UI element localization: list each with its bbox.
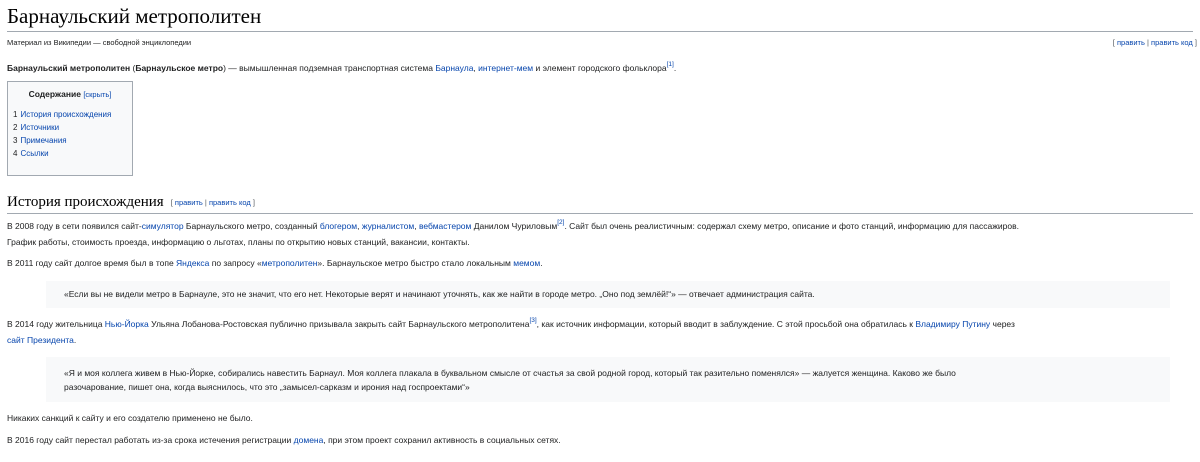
link-yandex[interactable]: Яндекса — [176, 258, 209, 268]
link-domain[interactable]: домена — [294, 435, 324, 445]
lead-bold-alt: Барнаульское метро — [135, 63, 224, 73]
paragraph-2014: В 2014 году жительница Нью-Йорка Ульяна … — [7, 316, 1193, 348]
para-text: ». Барнаульское метро быстро стало локал… — [317, 258, 514, 268]
bracket-close: ] — [252, 198, 255, 208]
edit-link[interactable]: править — [1117, 38, 1145, 47]
link-barnaul[interactable]: Барнаула — [435, 63, 473, 73]
para-text: Данилом Чуриловым — [471, 221, 558, 231]
page-edit-links: [ править | править код ] — [1113, 38, 1197, 47]
para-text: График работы, стоимость проезда, информ… — [7, 237, 470, 247]
link-metropolitan[interactable]: метрополитен — [262, 258, 318, 268]
reference-1[interactable]: [1] — [667, 61, 674, 68]
para-text: В 2016 году сайт перестал работать из-за… — [7, 435, 294, 445]
para-text: В 2011 году сайт долгое время был в топе — [7, 258, 177, 268]
lead-bold-title: Барнаульский метрополитен — [7, 63, 131, 73]
toc-item-label[interactable]: Источники — [20, 123, 59, 132]
edit-separator: | — [1147, 38, 1149, 47]
paragraph-2011: В 2011 году сайт долгое время был в топе… — [7, 255, 1193, 271]
bracket-open: [ — [170, 198, 173, 208]
toc-title: Содержание — [28, 89, 81, 99]
link-journalist[interactable]: журналистом — [362, 221, 414, 231]
para-text: . — [540, 258, 543, 268]
toc-item-number: 4 — [13, 149, 18, 158]
quote-text: разочарование, пишет она, когда выяснило… — [64, 382, 470, 392]
section-edit-link[interactable]: править — [175, 198, 203, 207]
toc-item[interactable]: 1 История происхождения — [13, 108, 127, 121]
link-webmaster[interactable]: вебмастером — [419, 221, 471, 231]
paragraph-sanctions: Никаких санкций к сайту и его создателю … — [7, 413, 253, 423]
para-text: , при этом проект сохранил активность в … — [323, 435, 561, 445]
toc-item-number: 3 — [13, 136, 18, 145]
section-divider — [7, 213, 1193, 214]
lead-text: ) — вымышленная подземная транспортная с… — [223, 63, 436, 73]
para-text: В 2014 году жительница — [7, 319, 105, 329]
edit-code-link[interactable]: править код — [1151, 38, 1193, 47]
paragraph-2008: В 2008 году в сети появился сайт-симулят… — [7, 218, 1193, 250]
bracket-close: ] — [1194, 38, 1197, 47]
edit-separator: | — [204, 198, 207, 208]
reference-3[interactable]: [3] — [529, 317, 536, 324]
lead-paragraph: Барнаульский метрополитен (Барнаульское … — [7, 61, 1193, 74]
article-page: Барнаульский метрополитен Материал из Ви… — [0, 0, 1200, 462]
toc-toggle[interactable]: [скрыть] — [83, 90, 111, 99]
blockquote-2: «Я и моя коллега живем в Нью-Йорке, соби… — [46, 357, 1170, 402]
para-text: Барнаульского метро, созданный — [183, 221, 320, 231]
toc-item-label[interactable]: История происхождения — [20, 110, 111, 119]
para-text: по запросу « — [209, 258, 262, 268]
link-blogger[interactable]: блогером — [320, 221, 357, 231]
toc-header: Содержание [скрыть] — [13, 89, 127, 99]
para-text: . — [73, 335, 77, 345]
para-text: , как источник информации, который вводи… — [536, 319, 916, 329]
para-text: Ульяна Лобанова-Ростовская публично приз… — [148, 319, 530, 329]
toc-item-label[interactable]: Примечания — [20, 136, 66, 145]
toc-item-number: 2 — [13, 123, 18, 132]
toc-item[interactable]: 3 Примечания — [13, 134, 127, 147]
section-edit-code-link[interactable]: править код — [209, 198, 251, 207]
bracket-open: [ — [1112, 38, 1115, 47]
link-new-york[interactable]: Нью-Йорка — [105, 319, 149, 329]
blockquote-1: «Если вы не видели метро в Барнауле, это… — [46, 281, 1170, 308]
para-text: через — [990, 319, 1015, 329]
section-heading: История происхождения [ править | править… — [7, 194, 255, 211]
link-internet-meme[interactable]: интернет-мем — [478, 63, 533, 73]
link-putin[interactable]: Владимиру Путину — [915, 319, 990, 329]
lead-text: и элемент городского фольклора — [533, 63, 667, 73]
para-text: . Сайт был очень реалистичным: содержал … — [564, 221, 1019, 231]
site-tagline: Материал из Википедии — свободной энцикл… — [7, 38, 192, 47]
link-meme[interactable]: мемом — [513, 258, 540, 268]
toc-item-number: 1 — [13, 110, 18, 119]
table-of-contents: Содержание [скрыть] 1 История происхожден… — [7, 81, 133, 176]
toc-item-label[interactable]: Ссылки — [20, 149, 48, 158]
section-edit-links: [ править | править код ] — [171, 198, 255, 207]
reference-2[interactable]: [2] — [557, 219, 564, 226]
toc-item[interactable]: 2 Источники — [13, 121, 127, 134]
paragraph-2016: В 2016 году сайт перестал работать из-за… — [7, 432, 1193, 448]
para-text: В 2008 году в сети появился сайт- — [7, 221, 142, 231]
quote-text: «Если вы не видели метро в Барнауле, это… — [64, 289, 815, 299]
section-title: История происхождения — [7, 194, 164, 210]
page-title: Барнаульский метрополитен — [7, 4, 262, 28]
link-simulator[interactable]: симулятор — [142, 221, 184, 231]
quote-text: «Я и моя коллега живем в Нью-Йорке, соби… — [64, 368, 956, 378]
toc-item[interactable]: 4 Ссылки — [13, 147, 127, 160]
lead-text: . — [673, 63, 677, 73]
link-president-site[interactable]: сайт Президента — [7, 335, 74, 345]
title-divider — [7, 31, 1193, 32]
